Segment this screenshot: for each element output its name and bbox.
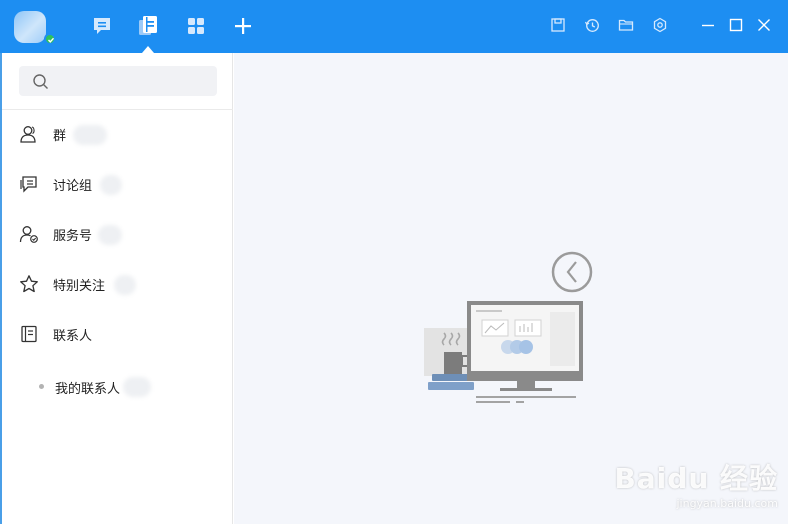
sidebar-item-groups[interactable]: 群 bbox=[2, 112, 233, 156]
close-button[interactable] bbox=[754, 17, 774, 37]
close-icon bbox=[756, 17, 772, 37]
sidebar-subitem-my-contacts[interactable]: 我的联系人 bbox=[2, 371, 233, 401]
nav-contacts-button[interactable] bbox=[134, 12, 162, 40]
files-button[interactable] bbox=[616, 17, 636, 37]
search-input[interactable] bbox=[57, 70, 207, 92]
sidebar-item-label: 联系人 bbox=[53, 329, 93, 344]
nav-chats-button[interactable] bbox=[88, 12, 116, 40]
contacts-icon bbox=[19, 324, 39, 344]
sidebar-item-service[interactable]: 服务号 bbox=[2, 212, 233, 256]
computer-coffee-illustration bbox=[420, 246, 600, 410]
sidebar-item-label: 群 bbox=[53, 129, 67, 144]
service-account-icon bbox=[19, 224, 39, 244]
bullet-dot bbox=[39, 384, 44, 389]
save-icon bbox=[550, 17, 566, 37]
sidebar-subitem-label: 我的联系人 bbox=[55, 382, 121, 397]
discussion-icon bbox=[19, 174, 39, 194]
search-box[interactable] bbox=[19, 66, 217, 96]
sidebar-item-label: 讨论组 bbox=[53, 179, 93, 194]
blurred-count bbox=[98, 225, 122, 245]
watermark-line1: Baidu 经验 bbox=[614, 462, 778, 495]
main-panel: Baidu 经验 jingyan.baidu.com bbox=[234, 53, 788, 524]
online-status-icon bbox=[44, 33, 56, 45]
watermark-line2: jingyan.baidu.com bbox=[676, 497, 778, 510]
settings-button[interactable] bbox=[650, 17, 670, 37]
minimize-icon bbox=[700, 17, 716, 37]
settings-icon bbox=[652, 17, 668, 37]
baidu-jingyan-watermark: Baidu 经验 jingyan.baidu.com bbox=[614, 457, 778, 510]
sidebar-item-special-follow[interactable]: 特别关注 bbox=[2, 262, 233, 306]
sidebar: 群 讨论组 服务号 特别关注 联系人 我的联系人 bbox=[0, 53, 233, 524]
history-icon bbox=[584, 17, 600, 37]
maximize-button[interactable] bbox=[726, 17, 746, 37]
title-bar bbox=[0, 0, 788, 53]
active-tab-indicator bbox=[142, 46, 154, 53]
sidebar-item-discussion[interactable]: 讨论组 bbox=[2, 162, 233, 206]
sidebar-item-label: 服务号 bbox=[53, 229, 93, 244]
minimize-button[interactable] bbox=[698, 17, 718, 37]
divider bbox=[2, 109, 233, 110]
sidebar-item-label: 特别关注 bbox=[53, 279, 106, 294]
blurred-count bbox=[114, 275, 136, 295]
plus-icon bbox=[233, 16, 253, 36]
user-avatar[interactable] bbox=[14, 11, 46, 43]
blurred-count bbox=[73, 125, 107, 145]
blurred-count bbox=[100, 175, 122, 195]
star-icon bbox=[19, 274, 39, 294]
add-button[interactable] bbox=[229, 12, 257, 40]
sidebar-item-contacts[interactable]: 联系人 bbox=[2, 312, 233, 356]
chat-bubble-icon bbox=[91, 15, 113, 37]
contacts-book-icon bbox=[136, 14, 160, 38]
nav-apps-button[interactable] bbox=[182, 12, 210, 40]
maximize-icon bbox=[728, 17, 744, 37]
folder-icon bbox=[618, 17, 634, 37]
group-user-icon bbox=[19, 124, 39, 144]
blurred-count bbox=[123, 377, 151, 397]
save-button[interactable] bbox=[548, 17, 568, 37]
apps-grid-icon bbox=[186, 16, 206, 36]
history-button[interactable] bbox=[582, 17, 602, 37]
